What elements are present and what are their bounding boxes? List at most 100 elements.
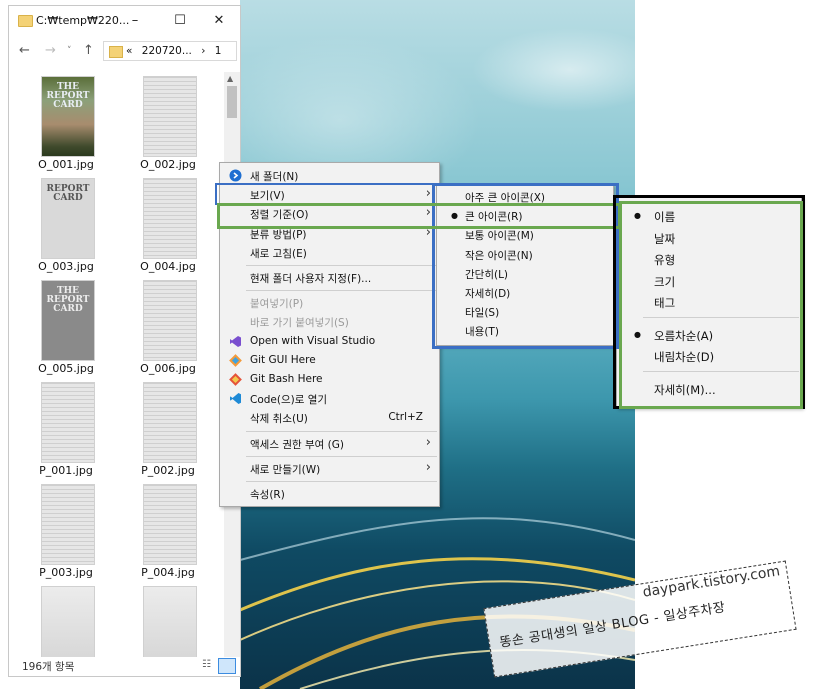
minimize-button[interactable]: – [121,10,149,32]
context-menu-item-9[interactable]: 바로 가기 붙여넣기(S) [220,312,439,331]
git-gui-icon [229,353,242,367]
cover-title: THE REPORT CARD [46,82,90,110]
breadcrumb-overflow[interactable]: « [126,45,132,57]
context-menu-item-18[interactable]: 새로 만들기(W) › [220,459,439,478]
sort-menu-item-0[interactable]: ● 이름 [617,206,801,228]
item-count: 196개 항목 [22,661,75,673]
back-arrow-icon[interactable]: ← [19,43,30,58]
context-menu-item-2[interactable]: 정렬 기준(O) › [220,204,439,223]
sort-submenu: ● 이름 날짜유형크기태그 ● 오름차순(A) 내림차순(D) 자세히(M)... [616,197,802,408]
recent-locations-icon[interactable]: ˅ [67,46,72,56]
file-item[interactable]: O_006.jpg [117,276,219,377]
menu-item-label: 바로 가기 붙여넣기(S) [250,317,349,330]
context-menu-item-4[interactable]: 새로 고침(E) [220,243,439,262]
view-menu-item-2[interactable]: 보통 아이콘(M) [437,225,613,244]
file-thumbnail-grid: THE REPORT CARD O_001.jpg O_002.jpg REPORT … [9,72,225,657]
file-item[interactable]: THE REPORT CARD O_005.jpg [15,276,117,377]
menu-item-label: 현재 폴더 사용자 지정(F)... [250,273,372,285]
menu-item-label: 태그 [654,296,676,310]
context-menu-item-16[interactable]: 액세스 권한 부여 (G) › [220,434,439,453]
sort-menu-item-3[interactable]: 크기 [617,271,801,293]
context-menu-item-13[interactable]: Code(으)로 열기 [220,389,439,408]
file-name: P_001.jpg [39,464,93,477]
menu-separator [246,290,437,292]
cover-title: REPORT CARD [46,184,90,203]
close-button[interactable]: ✕ [205,10,233,32]
menu-item-label: 큰 아이콘(R) [465,211,523,224]
context-menu-item-10[interactable]: Open with Visual Studio [220,332,439,351]
view-menu-item-4[interactable]: 간단히(L) [437,264,613,283]
menu-item-label: Open with Visual Studio [250,334,376,347]
address-bar[interactable]: « 220720... › 1 [103,41,237,61]
menu-item-label: 유형 [654,253,676,267]
file-item[interactable]: P_001.jpg [15,378,117,479]
sort-menu-item-7[interactable]: 내림차순(D) [617,346,801,368]
file-item[interactable]: P_002.jpg [117,378,219,479]
menu-item-label: 작은 아이콘(N) [465,249,533,262]
file-item[interactable]: P_003.jpg [15,480,117,581]
context-menu-item-20[interactable]: 속성(R) [220,484,439,503]
sort-menu-item-6[interactable]: ● 오름차순(A) [617,325,801,347]
menu-item-label: 보통 아이콘(M) [465,230,534,243]
context-menu-item-1[interactable]: 보기(V) › [220,185,439,204]
sort-menu-item-1[interactable]: 날짜 [617,228,801,250]
context-menu-item-6[interactable]: 현재 폴더 사용자 지정(F)... [220,268,439,287]
context-menu-item-3[interactable]: 분류 방법(P) › [220,224,439,243]
sort-menu-item-2[interactable]: 유형 [617,249,801,271]
file-item[interactable]: REPORT CARD O_003.jpg [15,174,117,275]
cover-title: THE REPORT CARD [46,286,90,314]
menu-item-label: 아주 큰 아이콘(X) [465,192,546,204]
menu-item-label: 삭제 취소(U) [250,413,308,426]
context-menu-item-11[interactable]: Git GUI Here [220,351,439,370]
breadcrumb-folder[interactable]: 220720... [142,45,192,57]
view-menu-item-6[interactable]: 타일(S) [437,302,613,321]
file-item[interactable]: THE REPORT CARD O_001.jpg [15,72,117,173]
context-menu-item-14[interactable]: 삭제 취소(U) Ctrl+Z [220,408,439,427]
menu-item-label: 붙여넣기(P) [250,298,304,311]
menu-item-label: 자세히(D) [465,288,511,300]
details-view-icon[interactable]: ☷ [202,659,214,671]
checked-bullet-icon: ● [451,211,458,221]
menu-item-label: 분류 방법(P) [250,228,307,241]
scroll-up-icon[interactable]: ▲ [227,74,233,83]
maximize-button[interactable]: ☐ [166,10,194,32]
file-thumbnail [143,586,197,657]
file-thumbnail [143,76,197,157]
large-icons-view-icon[interactable] [218,658,236,674]
file-thumbnail: THE REPORT CARD [41,76,95,157]
file-thumbnail [143,280,197,361]
file-item[interactable]: P_004.jpg [117,480,219,581]
view-menu-item-0[interactable]: 아주 큰 아이콘(X) [437,187,613,206]
up-arrow-icon[interactable]: ↑ [83,43,94,58]
file-item[interactable] [117,582,219,657]
view-menu-item-5[interactable]: 자세히(D) [437,283,613,302]
context-menu-item-8[interactable]: 붙여넣기(P) [220,293,439,312]
file-item[interactable]: O_004.jpg [117,174,219,275]
file-name: O_005.jpg [38,362,94,375]
file-item[interactable] [15,582,117,657]
breadcrumb-separator[interactable]: › [201,45,205,57]
menu-item-label: 크기 [654,274,676,289]
view-menu-item-3[interactable]: 작은 아이콘(N) [437,245,613,264]
menu-item-label: 내용(T) [465,326,499,339]
sort-menu-item-4[interactable]: 태그 [617,292,801,314]
scrollbar-thumb[interactable] [227,86,237,118]
file-thumbnail [143,382,197,463]
menu-separator [246,481,437,482]
context-menu-item-12[interactable]: Git Bash Here [220,370,439,389]
breadcrumb-current[interactable]: 1 [215,45,222,57]
file-item[interactable]: O_002.jpg [117,72,219,173]
file-name: O_004.jpg [140,260,196,273]
file-thumbnail: THE REPORT CARD [41,280,95,361]
git-bash-icon [229,373,242,386]
sort-menu-item-9[interactable]: 자세히(M)... [617,379,801,401]
context-menu-item-0[interactable]: 새 폴더(N) [220,166,439,185]
forward-arrow-icon[interactable]: → [45,43,56,58]
chevron-right-icon: › [425,224,431,240]
file-thumbnail [41,586,95,657]
chevron-right-icon: › [425,459,431,475]
view-menu-item-1[interactable]: ● 큰 아이콘(R) [437,206,613,225]
menu-item-label: 보기(V) [250,190,285,203]
view-menu-item-7[interactable]: 내용(T) [437,321,613,340]
menu-item-label: Code(으)로 열기 [250,394,328,407]
